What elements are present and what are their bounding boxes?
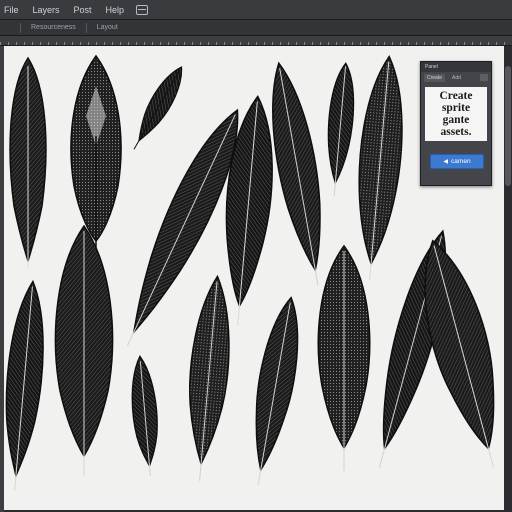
panel-header[interactable]: Panel — [421, 62, 491, 72]
horizontal-ruler — [0, 36, 512, 46]
floating-panel: Panel Create Add Create sprite gante ass… — [420, 61, 492, 186]
vertical-scrollbar[interactable] — [504, 46, 512, 512]
options-bar: Resourceness Layout — [0, 20, 512, 36]
panel-preview: Create sprite gante assets. — [425, 87, 487, 141]
option-separator — [20, 22, 21, 33]
menu-bar: File Layers Post Help — [0, 0, 512, 20]
panel-action-button[interactable]: ◀ camen — [430, 154, 484, 169]
arrow-left-icon: ◀ — [443, 159, 449, 165]
option-resource[interactable]: Resourceness — [31, 24, 76, 31]
panel-button-label: camen — [451, 158, 471, 165]
menu-layers[interactable]: Layers — [33, 5, 60, 15]
panel-dropdown[interactable] — [480, 74, 488, 81]
menu-help[interactable]: Help — [106, 5, 125, 15]
panel-title: Panel — [425, 64, 438, 70]
tab-create[interactable]: Create — [424, 73, 446, 82]
menu-file[interactable]: File — [4, 5, 19, 15]
panel-tabs: Create Add — [421, 72, 491, 83]
menu-post[interactable]: Post — [74, 5, 92, 15]
scrollbar-thumb[interactable] — [505, 66, 511, 186]
option-layout[interactable]: Layout — [97, 24, 118, 31]
window-icon[interactable] — [136, 4, 149, 15]
option-separator — [85, 22, 87, 33]
tab-add[interactable]: Add — [449, 74, 464, 82]
panel-message: Create sprite gante assets. — [439, 90, 473, 138]
